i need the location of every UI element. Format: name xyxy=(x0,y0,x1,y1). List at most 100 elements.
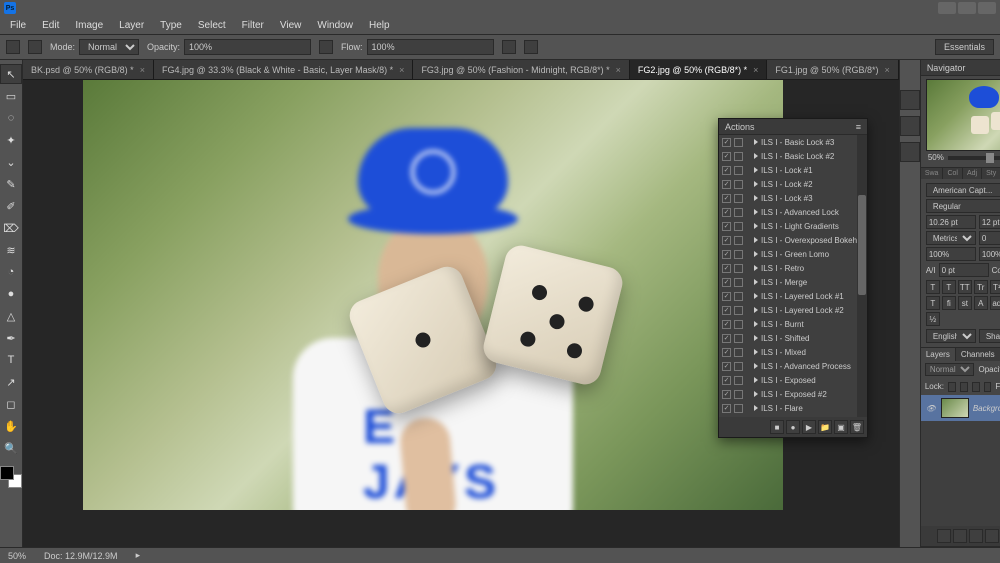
status-chevron-icon[interactable]: ▸ xyxy=(136,550,141,561)
action-dialog-checkbox[interactable] xyxy=(734,208,743,217)
tool-15[interactable]: ◻ xyxy=(0,394,22,414)
close-button[interactable] xyxy=(978,2,996,14)
expand-icon[interactable] xyxy=(754,223,758,229)
font-style-select[interactable]: Regular xyxy=(926,199,1000,213)
document-tab[interactable]: FG2.jpg @ 50% (RGB/8*) *× xyxy=(630,60,767,79)
font-family-select[interactable]: American Capt... xyxy=(926,183,1000,197)
type-style-button[interactable]: T xyxy=(942,280,956,294)
action-dialog-checkbox[interactable] xyxy=(734,222,743,231)
action-item[interactable]: ✓ILS I - Lock #3 xyxy=(719,191,867,205)
action-toggle-checkbox[interactable]: ✓ xyxy=(722,236,731,245)
action-item[interactable]: ✓ILS I - Layered Lock #1 xyxy=(719,289,867,303)
action-dialog-checkbox[interactable] xyxy=(734,166,743,175)
action-toggle-checkbox[interactable]: ✓ xyxy=(722,222,731,231)
type-style-button[interactable]: fi xyxy=(942,296,956,310)
menu-view[interactable]: View xyxy=(274,18,308,33)
tab-close-icon[interactable]: × xyxy=(753,65,758,75)
expand-icon[interactable] xyxy=(754,377,758,383)
action-toggle-checkbox[interactable]: ✓ xyxy=(722,306,731,315)
lock-pixels-icon[interactable] xyxy=(960,382,968,392)
action-item[interactable]: ✓ILS II - Subtle xyxy=(719,415,867,417)
blend-mode-select[interactable]: Normal xyxy=(79,39,139,55)
workspace-switcher[interactable]: Essentials xyxy=(935,39,994,55)
action-item[interactable]: ✓ILS I - Exposed xyxy=(719,373,867,387)
expand-icon[interactable] xyxy=(754,405,758,411)
play-action-icon[interactable]: ▶ xyxy=(802,420,816,434)
action-dialog-checkbox[interactable] xyxy=(734,306,743,315)
tool-9[interactable]: ◔ xyxy=(0,262,22,282)
action-toggle-checkbox[interactable]: ✓ xyxy=(722,390,731,399)
expand-icon[interactable] xyxy=(754,237,758,243)
type-style-button[interactable]: T¹ xyxy=(990,280,1000,294)
layers-tab-layers[interactable]: Layers xyxy=(921,348,956,361)
tab-close-icon[interactable]: × xyxy=(140,65,145,75)
action-toggle-checkbox[interactable]: ✓ xyxy=(722,320,731,329)
menu-help[interactable]: Help xyxy=(363,18,396,33)
expand-icon[interactable] xyxy=(754,349,758,355)
expand-icon[interactable] xyxy=(754,363,758,369)
expand-icon[interactable] xyxy=(754,293,758,299)
action-toggle-checkbox[interactable]: ✓ xyxy=(722,194,731,203)
tool-17[interactable]: 🔍 xyxy=(0,438,22,458)
tool-3[interactable]: ✦ xyxy=(0,130,22,150)
action-toggle-checkbox[interactable]: ✓ xyxy=(722,166,731,175)
maximize-button[interactable] xyxy=(958,2,976,14)
action-toggle-checkbox[interactable]: ✓ xyxy=(722,362,731,371)
action-dialog-checkbox[interactable] xyxy=(734,376,743,385)
new-set-icon[interactable]: 📁 xyxy=(818,420,832,434)
action-dialog-checkbox[interactable] xyxy=(734,278,743,287)
action-toggle-checkbox[interactable]: ✓ xyxy=(722,138,731,147)
action-item[interactable]: ✓ILS I - Merge xyxy=(719,275,867,289)
tool-4[interactable]: ⌄ xyxy=(0,152,22,172)
properties-panel-icon[interactable] xyxy=(900,116,920,136)
action-item[interactable]: ✓ILS I - Flare xyxy=(719,401,867,415)
actions-scrollbar[interactable] xyxy=(857,135,867,417)
tool-preset-icon[interactable] xyxy=(6,40,20,54)
navigator-zoom-slider[interactable] xyxy=(948,156,1000,160)
expand-icon[interactable] xyxy=(754,139,758,145)
tool-6[interactable]: ✐ xyxy=(0,196,22,216)
tool-12[interactable]: ✒ xyxy=(0,328,22,348)
tracking-input[interactable] xyxy=(979,231,1000,245)
action-dialog-checkbox[interactable] xyxy=(734,320,743,329)
action-dialog-checkbox[interactable] xyxy=(734,250,743,259)
panel-tab-col[interactable]: Col xyxy=(943,168,963,179)
expand-icon[interactable] xyxy=(754,251,758,257)
type-style-button[interactable]: T xyxy=(926,296,940,310)
tab-close-icon[interactable]: × xyxy=(885,65,890,75)
tool-8[interactable]: ≋ xyxy=(0,240,22,260)
menu-window[interactable]: Window xyxy=(311,18,359,33)
layer-fx-icon[interactable] xyxy=(953,529,967,543)
layer-row[interactable]: 👁 Background 🔒 xyxy=(921,395,1000,421)
opacity-input[interactable] xyxy=(184,39,311,55)
action-toggle-checkbox[interactable]: ✓ xyxy=(722,152,731,161)
type-style-button[interactable]: ½ xyxy=(926,312,940,326)
expand-icon[interactable] xyxy=(754,335,758,341)
document-tab[interactable]: FG3.jpg @ 50% (Fashion - Midnight, RGB/8… xyxy=(413,60,629,79)
document-tab[interactable]: FG1.jpg @ 50% (RGB/8*)× xyxy=(767,60,898,79)
expand-icon[interactable] xyxy=(754,321,758,327)
stop-action-icon[interactable]: ■ xyxy=(770,420,784,434)
panel-tab-swa[interactable]: Swa xyxy=(921,168,944,179)
expand-icon[interactable] xyxy=(754,153,758,159)
document-tab[interactable]: FG4.jpg @ 33.3% (Black & White - Basic, … xyxy=(154,60,413,79)
action-item[interactable]: ✓ILS I - Light Gradients xyxy=(719,219,867,233)
panel-tab-adj[interactable]: Adj xyxy=(963,168,982,179)
menu-filter[interactable]: Filter xyxy=(236,18,270,33)
pressure-opacity-icon[interactable] xyxy=(319,40,333,54)
action-dialog-checkbox[interactable] xyxy=(734,138,743,147)
lock-all-icon[interactable] xyxy=(984,382,992,392)
menu-type[interactable]: Type xyxy=(154,18,188,33)
action-toggle-checkbox[interactable]: ✓ xyxy=(722,334,731,343)
tool-11[interactable]: △ xyxy=(0,306,22,326)
pressure-size-icon[interactable] xyxy=(524,40,538,54)
type-style-button[interactable]: A xyxy=(974,296,988,310)
panel-tab-sty[interactable]: Sty xyxy=(982,168,1000,179)
tool-14[interactable]: ↗ xyxy=(0,372,22,392)
action-dialog-checkbox[interactable] xyxy=(734,334,743,343)
action-dialog-checkbox[interactable] xyxy=(734,404,743,413)
action-item[interactable]: ✓ILS I - Burnt xyxy=(719,317,867,331)
tool-1[interactable]: ▭ xyxy=(0,86,22,106)
language-select[interactable]: English: USA xyxy=(926,329,976,343)
scrollbar-thumb[interactable] xyxy=(858,195,866,295)
